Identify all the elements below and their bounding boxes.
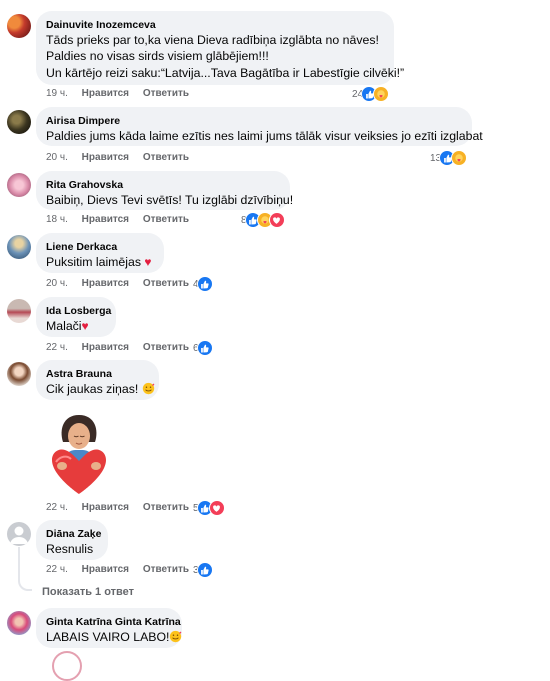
comment-meta: 19 ч. Нравится Ответить [46,88,200,99]
comment-author[interactable]: Rita Grahovska [46,178,279,192]
comment-meta: 20 ч. Нравится Ответить [46,152,200,163]
comment-time[interactable]: 20 ч. [46,152,68,163]
reaction-summary[interactable]: 3 [193,562,213,578]
avatar[interactable] [7,110,31,134]
comment-text-line: Puksitim laimējas [46,255,141,269]
reply-button[interactable]: Ответить [143,502,189,513]
comment-author[interactable]: Dainuvite Inozemceva [46,18,383,32]
hugging-heart-sticker[interactable] [48,408,110,496]
comment-bubble: Astra Brauna Cik jaukas ziņas! [36,360,159,400]
comment-time[interactable]: 22 ч. [46,342,68,353]
comment-bubble: Dainuvite Inozemceva Tāds prieks par to,… [36,11,405,85]
comment-bubble: Airisa Dimpere Paldies jums kāda laime e… [36,107,483,146]
comment-author[interactable]: Diāna Zaķe [46,527,101,541]
reaction-summary[interactable]: 6 [193,340,213,356]
view-more-replies-link[interactable]: Показать 1 ответ [42,586,134,598]
comment-text-line: Un kārtējo reizi saku:“Latvija...Tava Ba… [46,65,405,80]
comment-author[interactable]: Airisa Dimpere [46,114,461,128]
comment-text: Cik jaukas ziņas! [46,381,154,399]
comment-meta: 22 ч. Нравится Ответить [46,564,200,575]
comment-meta: 18 ч. Нравится Ответить [46,214,200,225]
reply-button[interactable]: Ответить [143,342,189,353]
care-icon [373,86,390,102]
comment-text: LABAIS VAIRO LABO! [46,629,182,647]
avatar[interactable] [7,522,31,546]
reaction-summary[interactable]: 5 [193,500,225,516]
heart-emoji-icon: ♥ [144,255,152,269]
like-button[interactable]: Нравится [82,278,129,289]
smiling-face-with-hearts-icon [169,630,182,647]
like-button[interactable]: Нравится [82,88,129,99]
smiling-face-with-hearts-icon [142,382,155,399]
comment-bubble: Diāna Zaķe Resnulis [36,520,108,560]
like-icon [196,276,213,292]
like-icon [196,340,213,356]
like-icon [196,562,213,578]
avatar[interactable] [7,611,31,635]
reply-button[interactable]: Ответить [143,88,189,99]
reply-button[interactable]: Ответить [143,278,189,289]
comment-time[interactable]: 19 ч. [46,88,68,99]
sticker-image [52,415,106,494]
like-button[interactable]: Нравится [82,342,129,353]
comment-meta: 22 ч. Нравится Ответить [46,502,200,513]
comment-text-line: LABAIS VAIRO LABO! [46,630,170,644]
heart-emoji-icon: ♥ [81,319,89,333]
comment-bubble: Rita Grahovska Baibiņ, Dievs Tevi svētīs… [36,171,294,210]
reply-thread-line [18,547,32,591]
reaction-summary[interactable]: 24 [352,86,390,102]
comment-time[interactable]: 22 ч. [46,502,68,513]
avatar[interactable] [7,299,31,323]
comment-meta: 22 ч. Нравится Ответить [46,342,200,353]
comment-text-line: Paldies no visas sirds visiem glābējiem!… [46,49,269,64]
comment-bubble: Liene Derkaca Puksitim laimējas ♥ [36,233,164,273]
avatar[interactable] [7,235,31,259]
reaction-summary[interactable]: 8 [241,212,285,228]
care-icon [451,150,468,166]
reaction-summary[interactable]: 13 [430,150,468,166]
comment-text-line: Resnulis [46,542,94,556]
comment-text-line: Baibiņ, Dievs Tevi svētīs! Tu izglābi dz… [46,193,294,207]
comment-time[interactable]: 22 ч. [46,564,68,575]
default-avatar-icon [10,526,28,544]
comment-text-line: Tāds prieks par to,ka viena Dieva radībi… [46,33,379,47]
comment-meta: 20 ч. Нравится Ответить [46,278,200,289]
comment-text: Malači♥ [46,318,105,334]
comment-author[interactable]: Ida Losberga [46,304,111,318]
avatar[interactable] [7,14,31,38]
comment-author[interactable]: Liene Derkaca [46,240,153,254]
avatar[interactable] [7,362,31,386]
comment-time[interactable]: 18 ч. [46,214,68,225]
reply-button[interactable]: Ответить [143,152,189,163]
comment-text-line: Paldies jums kāda laime ezītis nes laimi… [46,129,483,143]
comment-author[interactable]: Astra Brauna [46,367,148,381]
avatar[interactable] [7,173,31,197]
like-button[interactable]: Нравится [82,152,129,163]
reaction-summary[interactable]: 4 [193,276,213,292]
like-button[interactable]: Нравится [82,214,129,225]
comment-bubble: Ida Losberga Malači♥ [36,297,116,337]
like-button[interactable]: Нравится [82,564,129,575]
reply-button[interactable]: Ответить [143,214,189,225]
comment-text-line: Malači [46,319,82,333]
comment-bubble: Ginta Katrīna Ginta Katrīna LABAIS VAIRO… [36,608,182,648]
comment-text-line: Cik jaukas ziņas! [46,382,139,396]
comment-author[interactable]: Ginta Katrīna Ginta Katrīna [46,615,181,629]
comment-text: Puksitim laimējas ♥ [46,254,153,270]
like-button[interactable]: Нравится [82,502,129,513]
love-icon [208,500,225,516]
comment-time[interactable]: 20 ч. [46,278,68,289]
love-icon [268,212,285,228]
reply-button[interactable]: Ответить [143,564,189,575]
